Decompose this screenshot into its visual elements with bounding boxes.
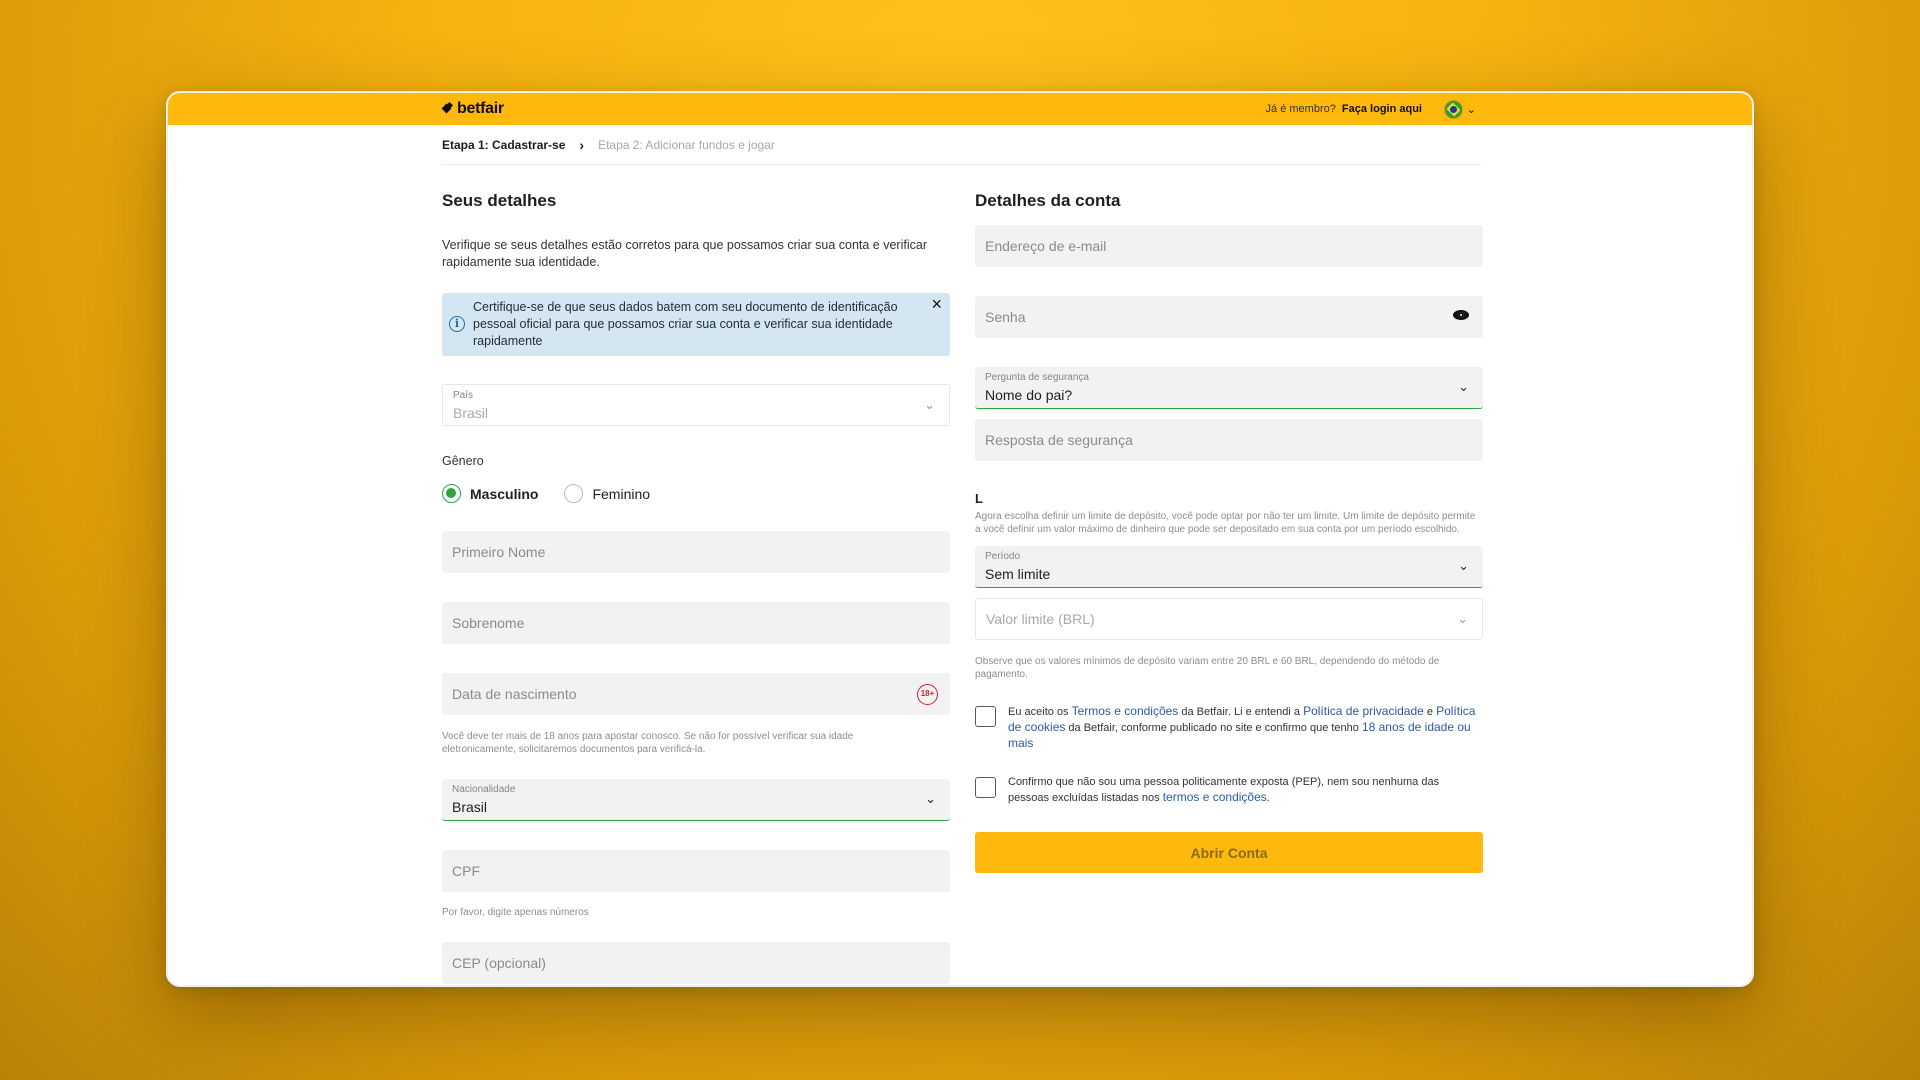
betfair-logo[interactable]: betfair (442, 100, 504, 118)
gender-label: Gênero (442, 454, 484, 468)
gender-male-radio[interactable]: Masculino (442, 484, 538, 503)
top-bar: betfair Já é membro? Faça login aqui ⌄ (168, 93, 1752, 125)
terms-consent-row: Eu aceito os Termos e condições da Betfa… (975, 704, 1483, 752)
age-hint: Você deve ter mais de 18 anos para apost… (442, 731, 854, 755)
chevron-down-icon: ⌄ (1458, 558, 1469, 573)
period-select[interactable]: Período Sem limite ⌄ (975, 546, 1483, 588)
cpf-input[interactable]: CPF (442, 850, 950, 892)
security-answer-placeholder: Resposta de segurança (985, 432, 1133, 448)
logo-text: betfair (457, 100, 504, 117)
terms-text-part: e (1423, 706, 1437, 718)
pep-text: Confirmo que não sou uma pessoa politica… (1008, 775, 1478, 806)
first-name-input[interactable]: Primeiro Nome (442, 531, 950, 573)
radio-selected-icon (442, 484, 461, 503)
pep-consent-row: Confirmo que não sou uma pessoa politica… (975, 775, 1483, 806)
terms-checkbox[interactable] (975, 706, 996, 727)
chevron-down-icon: ⌄ (1458, 379, 1469, 394)
limit-amount-select[interactable]: Valor limite (BRL) ⌄ (975, 598, 1483, 640)
personal-details-intro: Verifique se seus detalhes estão correto… (442, 238, 927, 269)
personal-details-title: Seus detalhes (442, 191, 557, 210)
min-deposit-hint: Observe que os valores mínimos de depósi… (975, 656, 1440, 680)
member-prompt: Já é membro? (1265, 103, 1336, 115)
terms-text-part: da Betfair. Li e entendi a (1178, 706, 1304, 718)
country-label: País (453, 390, 474, 401)
browser-window: betfair Já é membro? Faça login aqui ⌄ E… (166, 91, 1754, 987)
deposit-limit-description: Agora escolha definir um limite de depós… (975, 511, 1476, 535)
terms-text-part: da Betfair, conforme publicado no site e… (1065, 722, 1362, 734)
dob-input[interactable]: Data de nascimento 18+ (442, 673, 950, 715)
cep-placeholder: CEP (opcional) (452, 955, 546, 971)
gender-female-radio[interactable]: Feminino (564, 484, 650, 503)
betfair-diamond-icon (442, 103, 454, 115)
gender-male-label: Masculino (470, 485, 539, 502)
info-icon: i (449, 316, 465, 332)
pep-text-part: . (1266, 792, 1270, 804)
email-input[interactable]: Endereço de e-mail (975, 225, 1483, 267)
email-placeholder: Endereço de e-mail (985, 238, 1107, 254)
open-account-button[interactable]: Abrir Conta (975, 832, 1483, 873)
gender-female-label: Feminino (592, 485, 651, 502)
pep-terms-link[interactable]: termos e condições (1163, 790, 1267, 804)
close-icon[interactable]: × (931, 295, 942, 313)
cep-input[interactable]: CEP (opcional) (442, 942, 950, 984)
first-name-placeholder: Primeiro Nome (452, 544, 546, 560)
password-placeholder: Senha (985, 309, 1026, 325)
brazil-flag-icon (1443, 100, 1463, 119)
chevron-down-icon: ⌄ (925, 791, 936, 806)
language-selector[interactable]: ⌄ (1443, 100, 1476, 119)
security-answer-input[interactable]: Resposta de segurança (975, 419, 1483, 461)
last-name-input[interactable]: Sobrenome (442, 602, 950, 644)
radio-unselected-icon (564, 484, 584, 503)
eye-icon[interactable] (1453, 310, 1469, 320)
privacy-policy-link[interactable]: Política de privacidade (1303, 704, 1424, 718)
login-prompt: Já é membro? Faça login aqui (1266, 103, 1422, 115)
age-18-icon: 18+ (917, 684, 938, 705)
terms-text: Eu aceito os Termos e condições da Betfa… (1008, 704, 1478, 752)
nationality-label: Nacionalidade (452, 784, 516, 795)
breadcrumb-step-2: Etapa 2: Adicionar fundos e jogar (598, 137, 775, 152)
chevron-down-icon: ⌄ (1466, 104, 1476, 116)
gender-radio-group: Masculino Feminino (442, 484, 950, 503)
id-notice: i Certifique-se de que seus dados batem … (442, 293, 950, 356)
id-notice-text: Certifique-se de que seus dados batem co… (473, 300, 898, 348)
security-question-value: Nome do pai? (985, 387, 1073, 403)
terms-link[interactable]: Termos e condições (1072, 704, 1179, 718)
password-input[interactable]: Senha (975, 296, 1483, 338)
security-question-select[interactable]: Pergunta de segurança Nome do pai? ⌄ (975, 367, 1483, 409)
cpf-placeholder: CPF (452, 863, 480, 879)
period-label: Período (985, 551, 1021, 562)
account-details-column: Detalhes da conta Endereço de e-mail Sen… (975, 191, 1483, 873)
breadcrumb: Etapa 1: Cadastrar-se › Etapa 2: Adicion… (442, 125, 1482, 165)
cpf-hint: Por favor, digite apenas números (442, 907, 589, 918)
dob-placeholder: Data de nascimento (452, 686, 577, 702)
limit-amount-placeholder: Valor limite (BRL) (986, 611, 1095, 627)
nationality-value: Brasil (452, 799, 488, 815)
country-value: Brasil (453, 405, 489, 421)
pep-checkbox[interactable] (975, 777, 996, 798)
security-question-label: Pergunta de segurança (985, 372, 1089, 383)
country-select[interactable]: País Brasil ⌄ (442, 384, 950, 426)
nationality-select[interactable]: Nacionalidade Brasil ⌄ (442, 779, 950, 821)
chevron-down-icon: ⌄ (924, 397, 935, 412)
terms-text-part: Eu aceito os (1008, 706, 1072, 718)
breadcrumb-step-1: Etapa 1: Cadastrar-se (442, 137, 566, 152)
personal-details-column: Seus detalhes Verifique se seus detalhes… (442, 191, 950, 984)
last-name-placeholder: Sobrenome (452, 615, 525, 631)
login-link[interactable]: Faça login aqui (1342, 103, 1422, 115)
chevron-right-icon: › (579, 136, 585, 153)
period-value: Sem limite (985, 566, 1051, 582)
deposit-limit-heading: L (975, 491, 983, 505)
signup-content: Etapa 1: Cadastrar-se › Etapa 2: Adicion… (442, 125, 1483, 984)
chevron-down-icon: ⌄ (1457, 611, 1468, 626)
